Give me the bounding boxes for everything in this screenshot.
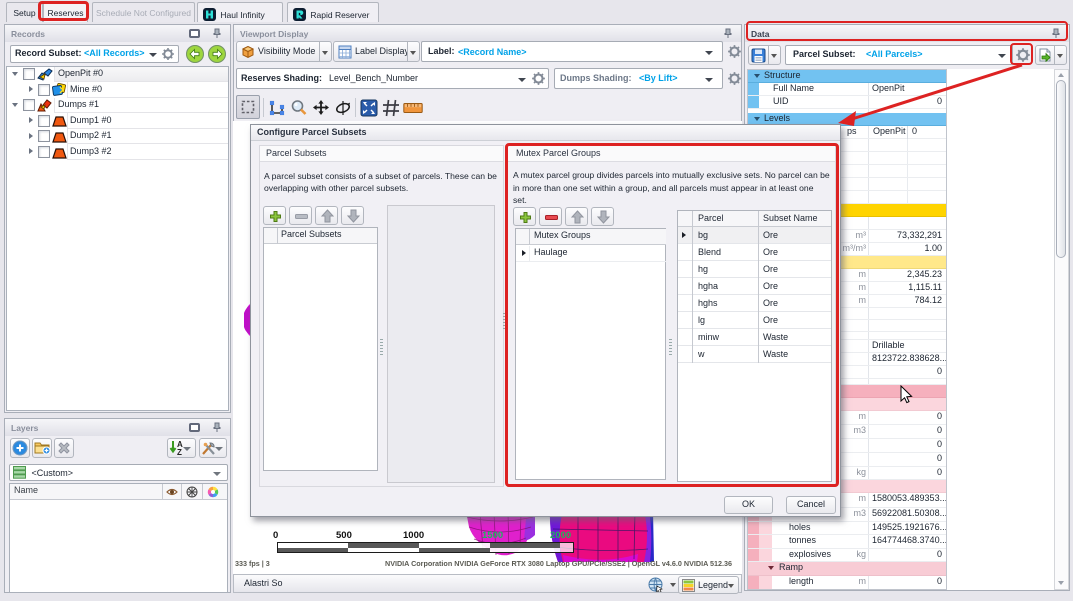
- svg-text:Z: Z: [177, 448, 182, 456]
